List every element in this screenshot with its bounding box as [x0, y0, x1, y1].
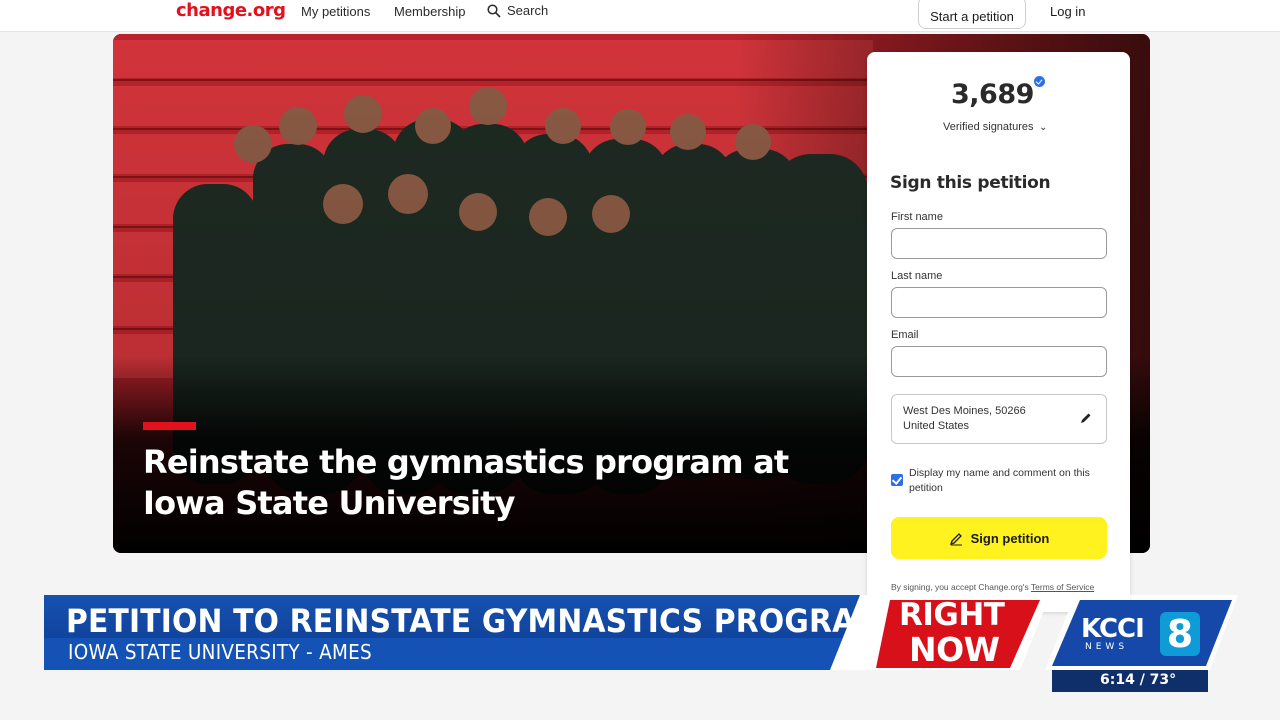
time-temperature: 6:14 / 73°	[1100, 672, 1177, 688]
channel-8-logo: 8	[1160, 612, 1200, 656]
station-logo-text: KCCI	[1081, 614, 1145, 644]
right-now-bottom: NOW	[909, 630, 1000, 669]
station-news-text: NEWS	[1085, 642, 1129, 652]
news-graphics	[830, 595, 1238, 670]
right-now-top: RIGHT	[899, 597, 1005, 633]
